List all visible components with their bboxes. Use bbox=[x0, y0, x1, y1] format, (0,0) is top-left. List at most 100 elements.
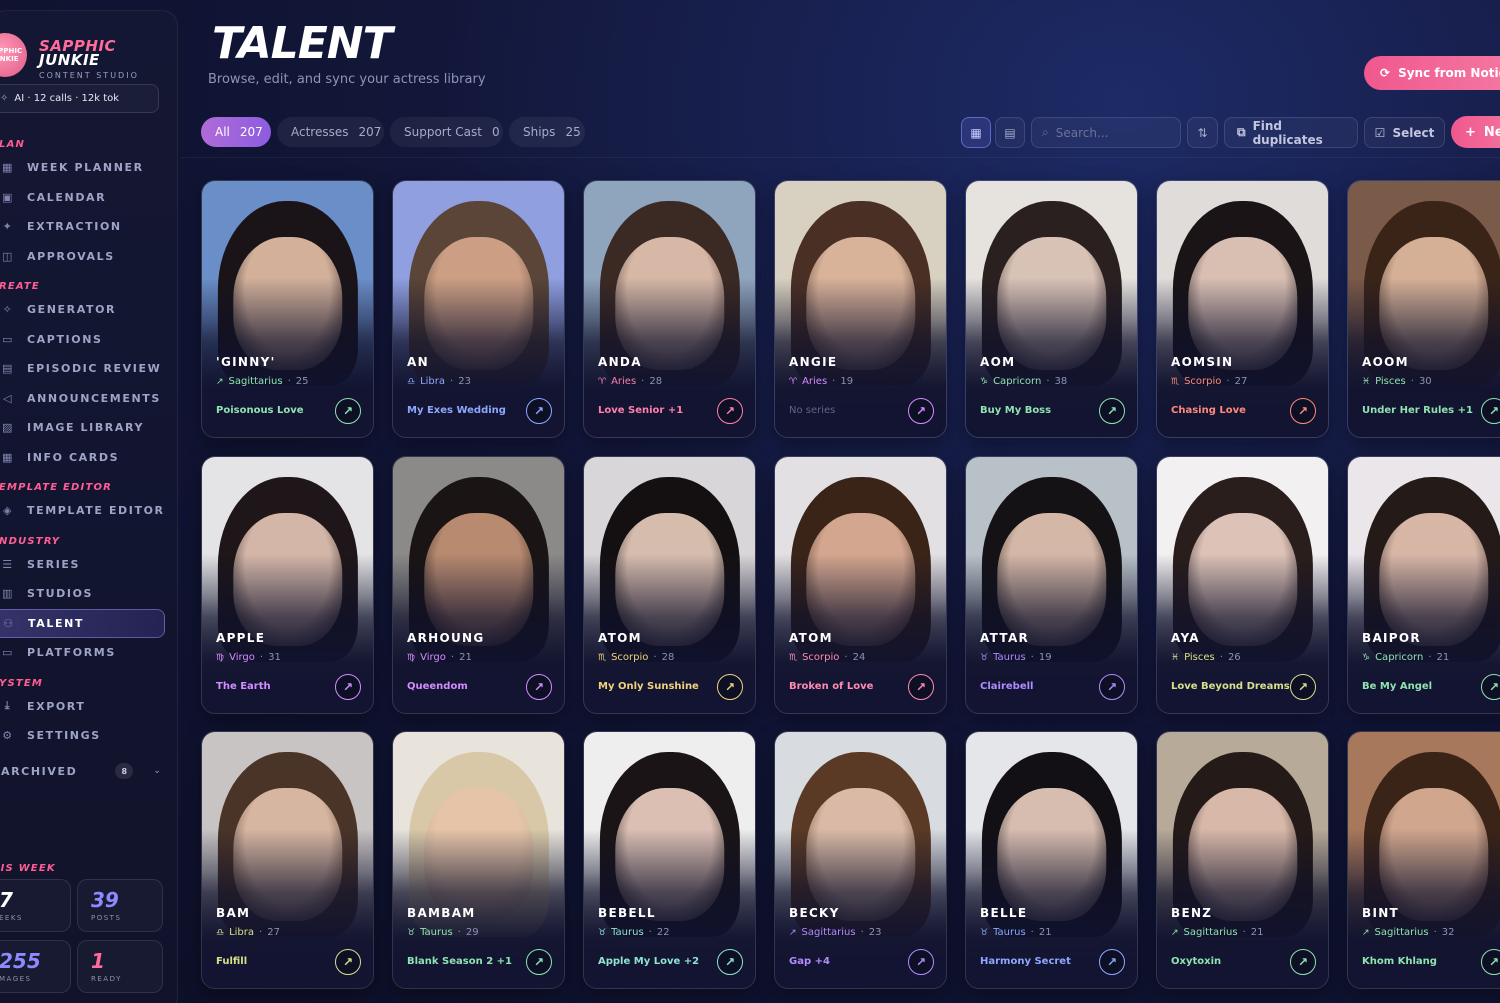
open-arrow-icon[interactable]: ↗ bbox=[335, 949, 361, 975]
table-view-toggle[interactable]: ▤ bbox=[995, 117, 1025, 148]
talent-card[interactable]: AOMSIN ♏ Scorpio · 27 Chasing Love ↗ bbox=[1156, 180, 1329, 438]
talent-card[interactable]: BAM ♎ Libra · 27 Fulfill ↗ bbox=[201, 731, 374, 989]
zodiac-icon: ↗ bbox=[1362, 927, 1370, 938]
sidebar-item-generator[interactable]: ✧ GENERATOR bbox=[0, 295, 171, 325]
talent-card[interactable]: AYA ♓ Pisces · 26 Love Beyond Dreams ↗ bbox=[1156, 456, 1329, 714]
open-arrow-icon[interactable]: ↗ bbox=[1481, 398, 1500, 424]
open-arrow-icon[interactable]: ↗ bbox=[908, 949, 934, 975]
open-arrow-icon[interactable]: ↗ bbox=[526, 398, 552, 424]
stat-images[interactable]: 255 MAGES bbox=[0, 940, 71, 993]
talent-card[interactable]: BELLE ♉ Taurus · 21 Harmony Secret ↗ bbox=[965, 731, 1138, 989]
brand[interactable]: SAPPHIC JUNKIE SAPPHIC JUNKIE CONTENT ST… bbox=[0, 29, 171, 89]
stat-weeks[interactable]: 7 EEKS bbox=[0, 879, 71, 932]
meta-separator: · bbox=[1433, 927, 1437, 938]
open-arrow-icon[interactable]: ↗ bbox=[1099, 674, 1125, 700]
ai-usage-pill[interactable]: ✧ AI · 12 calls · 12k tok bbox=[0, 84, 159, 113]
open-arrow-icon[interactable]: ↗ bbox=[1290, 398, 1316, 424]
talent-card[interactable]: BEBELL ♉ Taurus · 22 Apple My Love +2 ↗ bbox=[583, 731, 756, 989]
talent-card[interactable]: ATOM ♏ Scorpio · 28 My Only Sunshine ↗ bbox=[583, 456, 756, 714]
sidebar-item-settings[interactable]: ⚙ SETTINGS bbox=[0, 721, 171, 751]
open-arrow-icon[interactable]: ↗ bbox=[908, 674, 934, 700]
sidebar-item-episodic-review[interactable]: ▤ EPISODIC REVIEW bbox=[0, 354, 171, 384]
sidebar-item-studios[interactable]: ▥ STUDIOS bbox=[0, 579, 171, 609]
filter-tab-support-cast[interactable]: Support Cast 0 bbox=[390, 117, 503, 147]
talent-card[interactable]: ARHOUNG ♍ Virgo · 21 Queendom ↗ bbox=[392, 456, 565, 714]
talent-card[interactable]: AOM ♑ Capricorn · 38 Buy My Boss ↗ bbox=[965, 180, 1138, 438]
open-arrow-icon[interactable]: ↗ bbox=[908, 398, 934, 424]
talent-card[interactable]: AOOM ♓ Pisces · 30 Under Her Rules +1 ↗ bbox=[1347, 180, 1500, 438]
grid-view-toggle[interactable]: ▦ bbox=[961, 117, 991, 148]
talent-age: 27 bbox=[267, 927, 280, 938]
sidebar-item-archived[interactable]: ARCHIVED 8 ⌄ bbox=[0, 757, 171, 787]
sidebar-item-calendar[interactable]: ▣ CALENDAR bbox=[0, 183, 171, 213]
open-arrow-icon[interactable]: ↗ bbox=[1099, 398, 1125, 424]
sidebar-item-talent[interactable]: ⚇ TALENT bbox=[0, 608, 165, 638]
sidebar-item-image-library[interactable]: ▨ IMAGE LIBRARY bbox=[0, 413, 171, 443]
talent-card[interactable]: ATTAR ♉ Taurus · 19 Clairebell ↗ bbox=[965, 456, 1138, 714]
stat-posts[interactable]: 39 POSTS bbox=[77, 879, 163, 932]
open-arrow-icon[interactable]: ↗ bbox=[1099, 949, 1125, 975]
talent-card[interactable]: BENZ ↗ Sagittarius · 21 Oxytoxin ↗ bbox=[1156, 731, 1329, 989]
talent-series: Chasing Love bbox=[1171, 405, 1246, 416]
zodiac-icon: ♏ bbox=[789, 652, 798, 663]
sidebar-item-label: EXPORT bbox=[27, 699, 86, 713]
sidebar-item-series[interactable]: ☰ SERIES bbox=[0, 550, 171, 580]
open-arrow-icon[interactable]: ↗ bbox=[717, 949, 743, 975]
sidebar-item-extraction[interactable]: ✦ EXTRACTION bbox=[0, 212, 171, 242]
talent-card[interactable]: BAIPOR ♑ Capricorn · 21 Be My Angel ↗ bbox=[1347, 456, 1500, 714]
talent-card[interactable]: 'GINNY' ↗ Sagittarius · 25 Poisonous Love ↗ bbox=[201, 180, 374, 438]
open-arrow-icon[interactable]: ↗ bbox=[717, 398, 743, 424]
talent-name: ANDA bbox=[598, 355, 642, 369]
talent-card[interactable]: BINT ↗ Sagittarius · 32 Khom Khlang ↗ bbox=[1347, 731, 1500, 989]
open-arrow-icon[interactable]: ↗ bbox=[335, 674, 361, 700]
talent-age: 21 bbox=[459, 652, 472, 663]
select-button[interactable]: ☑ Select bbox=[1364, 117, 1445, 148]
zodiac-sign: Capricorn bbox=[993, 376, 1042, 387]
open-arrow-icon[interactable]: ↗ bbox=[1290, 674, 1316, 700]
talent-series: Harmony Secret bbox=[980, 956, 1071, 967]
talent-card[interactable]: AN ♎ Libra · 23 My Exes Wedding ↗ bbox=[392, 180, 565, 438]
sidebar-item-announcements[interactable]: ◁ ANNOUNCEMENTS bbox=[0, 384, 171, 414]
sidebar-item-platforms[interactable]: ▭ PLATFORMS bbox=[0, 638, 171, 668]
filter-tab-ships[interactable]: Ships 25 bbox=[509, 117, 585, 147]
sidebar-item-week-planner[interactable]: ▦ WEEK PLANNER bbox=[0, 153, 171, 183]
stat-value: 1 bbox=[91, 949, 105, 973]
brand-subtitle: CONTENT STUDIO bbox=[39, 71, 139, 80]
zodiac-sign: Taurus bbox=[993, 927, 1026, 938]
find-duplicates-button[interactable]: ⧉ Find duplicates bbox=[1224, 117, 1358, 148]
talent-card[interactable]: ATOM ♏ Scorpio · 24 Broken of Love ↗ bbox=[774, 456, 947, 714]
talent-meta: ♏ Scorpio · 27 bbox=[1171, 376, 1247, 387]
open-arrow-icon[interactable]: ↗ bbox=[1481, 949, 1500, 975]
sidebar-item-export[interactable]: ⤓ EXPORT bbox=[0, 692, 171, 722]
search-input[interactable]: ⌕ Search... bbox=[1031, 117, 1181, 148]
sidebar-item-label: STUDIOS bbox=[27, 587, 94, 601]
open-arrow-icon[interactable]: ↗ bbox=[1290, 949, 1316, 975]
open-arrow-icon[interactable]: ↗ bbox=[717, 674, 743, 700]
talent-card[interactable]: APPLE ♍ Virgo · 31 The Earth ↗ bbox=[201, 456, 374, 714]
stat-ready[interactable]: 1 READY bbox=[77, 940, 163, 993]
sidebar-item-captions[interactable]: ▭ CAPTIONS bbox=[0, 325, 171, 355]
open-arrow-icon[interactable]: ↗ bbox=[526, 949, 552, 975]
ai-usage-text: AI · 12 calls · 12k tok bbox=[14, 93, 120, 104]
talent-series: Love Beyond Dreams bbox=[1171, 681, 1290, 692]
open-arrow-icon[interactable]: ↗ bbox=[335, 398, 361, 424]
sync-notion-button[interactable]: ⟳ Sync from Notion bbox=[1364, 56, 1500, 90]
sidebar-item-info-cards[interactable]: ▦ INFO CARDS bbox=[0, 443, 171, 473]
new-talent-button[interactable]: + Ne bbox=[1451, 116, 1500, 148]
sort-button[interactable]: ⇅ bbox=[1187, 117, 1218, 148]
talent-card[interactable]: BAMBAM ♉ Taurus · 29 Blank Season 2 +1 ↗ bbox=[392, 731, 565, 989]
talent-card[interactable]: ANDA ♈ Aries · 28 Love Senior +1 ↗ bbox=[583, 180, 756, 438]
meta-separator: · bbox=[653, 652, 657, 663]
talent-card[interactable]: BECKY ↗ Sagittarius · 23 Gap +4 ↗ bbox=[774, 731, 947, 989]
filter-tab-all[interactable]: All 207 bbox=[201, 117, 271, 147]
chevron-down-icon: ⌄ bbox=[153, 766, 163, 777]
talent-name: BAM bbox=[216, 906, 251, 920]
sidebar-item-template-editor[interactable]: ◈ TEMPLATE EDITOR bbox=[0, 496, 171, 526]
zodiac-sign: Aries bbox=[802, 376, 828, 387]
open-arrow-icon[interactable]: ↗ bbox=[1481, 674, 1500, 700]
filter-tab-actresses[interactable]: Actresses 207 bbox=[277, 117, 384, 147]
sync-notion-label: Sync from Notion bbox=[1398, 66, 1500, 80]
talent-card[interactable]: ANGIE ♈ Aries · 19 No series ↗ bbox=[774, 180, 947, 438]
open-arrow-icon[interactable]: ↗ bbox=[526, 674, 552, 700]
sidebar-item-approvals[interactable]: ◫ APPROVALS bbox=[0, 242, 171, 272]
